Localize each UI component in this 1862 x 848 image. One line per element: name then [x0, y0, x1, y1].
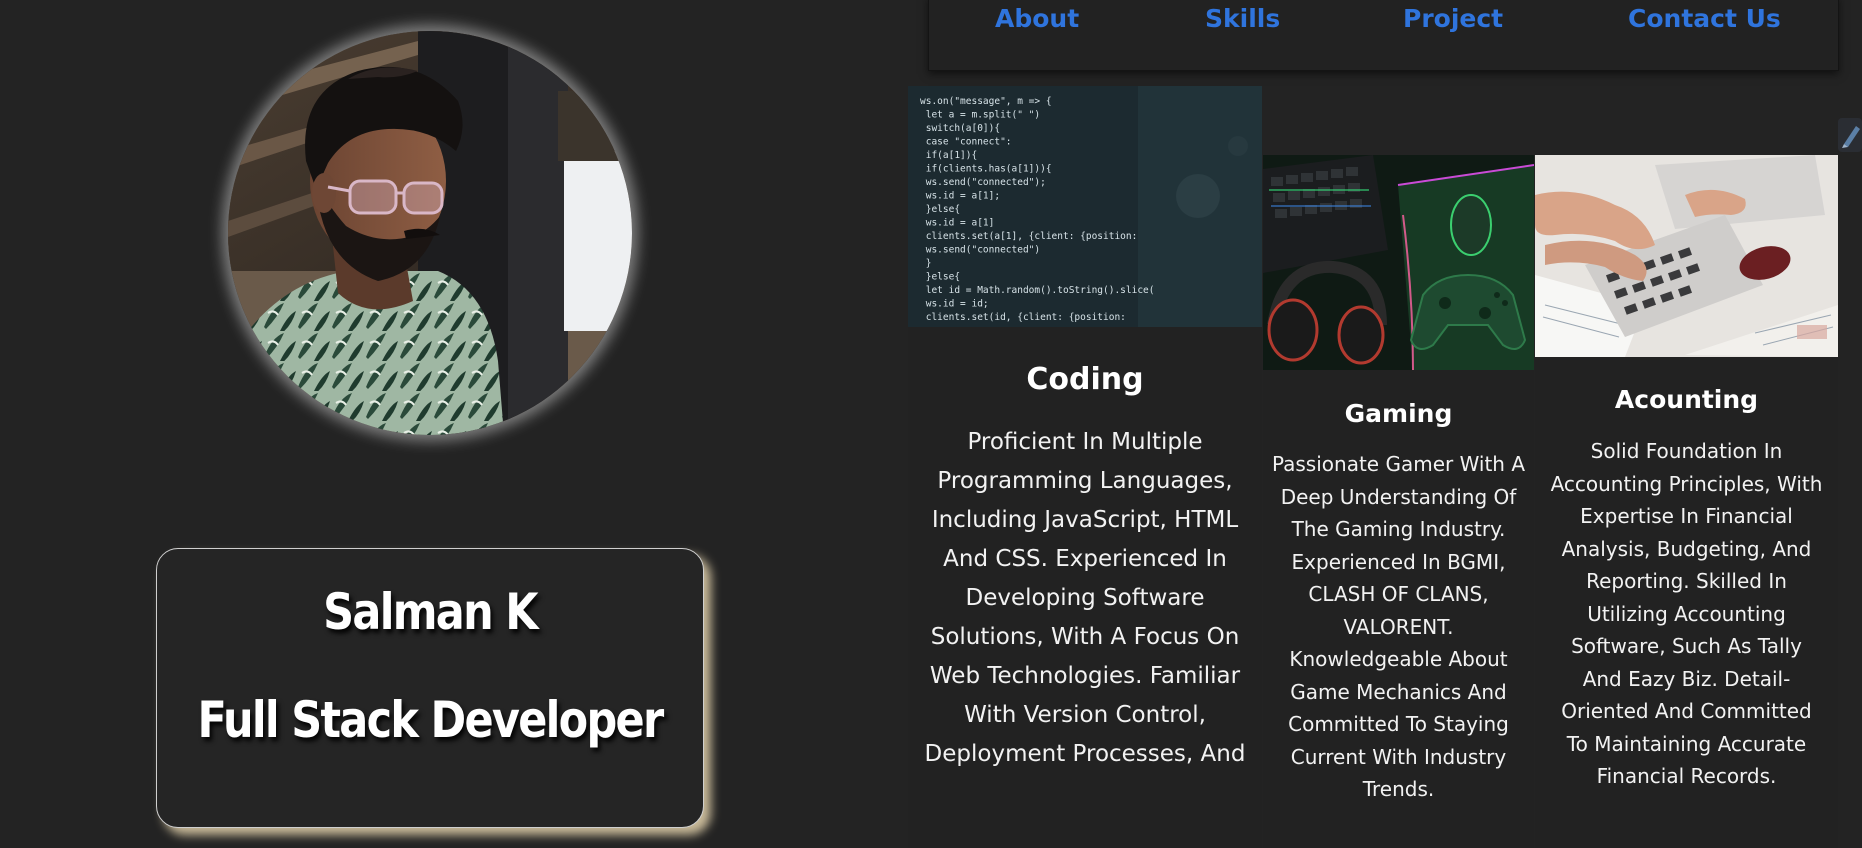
profile-name: Salman K	[323, 583, 538, 641]
skill-title-accounting: Acounting	[1614, 385, 1759, 414]
code-line: ws.send("connected")	[920, 245, 1040, 256]
code-line: }	[920, 258, 931, 269]
accounting-image	[1535, 155, 1838, 357]
gaming-image	[1263, 155, 1534, 370]
nav-link-about[interactable]: About	[995, 4, 1079, 33]
profile-photo	[228, 31, 632, 435]
code-line: switch(a[0]){	[920, 123, 1000, 134]
skill-description-accounting: Solid Foundation In Accounting Principle…	[1550, 439, 1823, 788]
nav-link-skills[interactable]: Skills	[1205, 4, 1280, 33]
nav-link-project[interactable]: Project	[1403, 4, 1503, 33]
skill-title-coding: Coding	[1026, 362, 1144, 397]
skill-card-coding: ws.on("message", m => { let a = m.split(…	[908, 86, 1262, 848]
code-line: ws.send("connected");	[920, 177, 1046, 188]
skill-description-gaming: Passionate Gamer With A Deep Understandi…	[1271, 452, 1526, 801]
skill-card-gaming: Gaming Passionate Gamer With A Deep Unde…	[1263, 155, 1534, 848]
skill-title-gaming: Gaming	[1344, 399, 1453, 428]
code-line: ws.id = a[1];	[920, 191, 1000, 202]
nav-link-contact-us[interactable]: Contact Us	[1628, 4, 1781, 33]
skill-description-coding: Proficient In Multiple Programming Langu…	[924, 429, 1246, 767]
code-line: let a = m.split(" ")	[920, 110, 1040, 121]
code-line: clients.set(id, {client: {position:	[920, 312, 1126, 323]
code-line: case "connect":	[920, 137, 1012, 148]
top-nav: About Skills Project Contact Us	[928, 0, 1839, 71]
code-line: let id = Math.random().toString().slice(	[920, 285, 1155, 296]
profile-title: Full Stack Developer	[197, 691, 665, 749]
code-line: ws.on("message", m => {	[920, 96, 1052, 107]
code-line: if(a[1]){	[920, 150, 977, 161]
code-line: ws.id = id;	[920, 299, 989, 310]
coding-image: ws.on("message", m => { let a = m.split(…	[908, 86, 1262, 327]
skill-card-accounting: Acounting Solid Foundation In Accounting…	[1535, 155, 1838, 848]
code-line: ws.id = a[1]	[920, 218, 994, 229]
name-card: Salman K Full Stack Developer	[156, 548, 704, 828]
pencil-icon[interactable]	[1838, 118, 1862, 152]
code-line: if(clients.has(a[1])){	[920, 164, 1052, 175]
code-line: }else{	[920, 272, 960, 283]
code-line: clients.set(a[1], {client: {position:	[920, 231, 1137, 242]
code-line: }else{	[920, 204, 960, 215]
